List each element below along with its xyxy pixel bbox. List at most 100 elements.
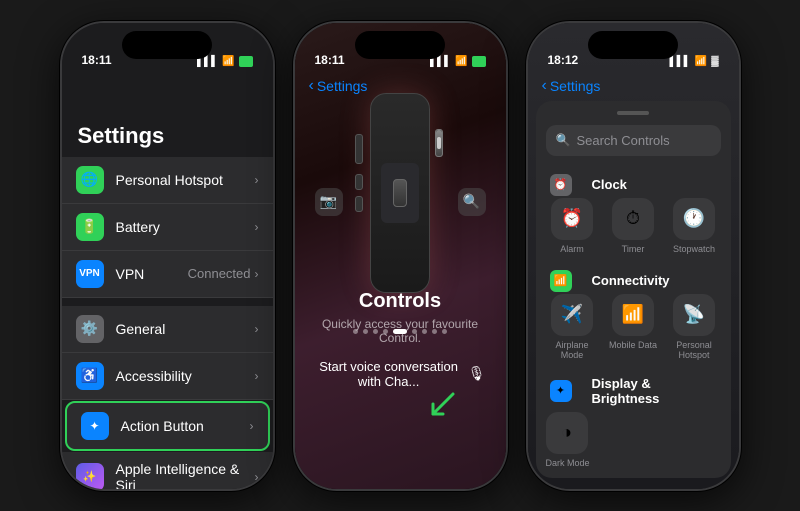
- dark-mode-item[interactable]: ◑ Dark Mode: [546, 412, 721, 468]
- clock-grid: ⏰ Alarm ⏱ Timer 🕐 Stopwatch: [546, 198, 721, 254]
- display-section-header: ✦ Display & Brightness: [546, 370, 721, 408]
- controls-back-button[interactable]: ‹ Settings: [542, 77, 601, 95]
- alarm-icon: ⏰: [551, 198, 593, 240]
- camera-side-icon: 📷: [315, 188, 343, 216]
- display-section-label: Display & Brightness: [592, 376, 717, 406]
- volume-up-visual: [355, 174, 363, 190]
- wifi-icon: 📶: [222, 56, 234, 67]
- alarm-item[interactable]: ⏰ Alarm: [546, 198, 599, 254]
- airplane-icon: ✈️: [551, 294, 593, 336]
- dark-mode-label: Dark Mode: [546, 458, 590, 468]
- volume-down-visual: [355, 196, 363, 212]
- battery-chevron: ›: [255, 220, 259, 234]
- camera-icon-visual: 📷: [315, 188, 343, 216]
- controls-screen: 18:12 ▌▌▌ 📶 ▓ ‹ Settings 🔍 Search Contro…: [528, 23, 739, 489]
- status-time-2: 18:11: [315, 53, 345, 67]
- phone-visual: [370, 93, 430, 293]
- display-section-icon: ✦: [550, 380, 572, 402]
- toggle-visual: [393, 179, 407, 207]
- side-button-visual: [355, 134, 363, 164]
- phone-3: 18:12 ▌▌▌ 📶 ▓ ‹ Settings 🔍 Search Contro…: [526, 21, 741, 491]
- back-chevron: ‹: [309, 77, 314, 95]
- settings-title: Settings: [62, 71, 273, 157]
- hotspot-item[interactable]: 📡 Personal Hotspot: [668, 294, 721, 360]
- controls-panel: 🔍 Search Controls ⏰ Clock ⏰ Alarm ⏱ Time…: [536, 101, 731, 478]
- hotspot-label: Personal Hotspot: [116, 172, 255, 188]
- signal-icon-3: ▌▌▌: [669, 56, 690, 67]
- dynamic-island-2: [355, 31, 445, 59]
- siri-text: Start voice conversation with Cha...: [315, 359, 463, 389]
- connectivity-section-header: 📶 Connectivity: [546, 264, 721, 294]
- siri-icon: ✨: [76, 463, 104, 489]
- general-label: General: [116, 321, 255, 337]
- battery-icon: ▓: [239, 56, 253, 67]
- status-time-1: 18:11: [82, 53, 112, 67]
- airplane-label: Airplane Mode: [546, 340, 599, 360]
- accessibility-icon: ♿: [76, 362, 104, 390]
- action-title: Controls: [315, 290, 486, 313]
- connectivity-section-icon: 📶: [550, 270, 572, 292]
- status-icons-3: ▌▌▌ 📶 ▓: [669, 56, 718, 67]
- action-button-physical: [435, 129, 443, 157]
- hotspot-icon: 🌐: [76, 166, 104, 194]
- accessibility-chevron: ›: [255, 369, 259, 383]
- mobile-data-item[interactable]: 📶 Mobile Data: [607, 294, 660, 360]
- dark-mode-icon: ◑: [546, 412, 588, 454]
- settings-item-accessibility[interactable]: ♿ Accessibility ›: [62, 353, 273, 400]
- timer-item[interactable]: ⏱ Timer: [607, 198, 660, 254]
- timer-label: Timer: [622, 244, 645, 254]
- general-icon: ⚙️: [76, 315, 104, 343]
- drag-handle: [617, 111, 649, 115]
- lens-side-icon: 🔍: [458, 188, 486, 216]
- dynamic-island-1: [122, 31, 212, 59]
- phone-1: 18:11 ▌▌▌ 📶 ▓ Settings 🌐 Personal Hotspo…: [60, 21, 275, 491]
- wifi-icon-3: 📶: [695, 56, 707, 67]
- action-screen: 18:11 ▌▌▌ 📶 ▓ ‹ Settings: [295, 23, 506, 489]
- siri-label: Apple Intelligence & Siri: [116, 461, 255, 489]
- siri-text-row: Start voice conversation with Cha... 🎙: [315, 359, 486, 389]
- siri-mic-icon: 🎙: [468, 365, 486, 382]
- siri-chevron: ›: [255, 470, 259, 484]
- vpn-icon: VPN: [76, 260, 104, 288]
- status-time-3: 18:12: [548, 53, 579, 67]
- controls-back-chevron: ‹: [542, 77, 547, 95]
- controls-search-bar[interactable]: 🔍 Search Controls: [546, 125, 721, 156]
- stopwatch-item[interactable]: 🕐 Stopwatch: [668, 198, 721, 254]
- status-icons-2: ▌▌▌ 📶 ▓: [430, 56, 486, 67]
- general-chevron: ›: [255, 322, 259, 336]
- mobile-data-icon: 📶: [612, 294, 654, 336]
- settings-item-battery[interactable]: 🔋 Battery ›: [62, 204, 273, 251]
- connectivity-section-label: Connectivity: [592, 273, 670, 288]
- back-label: Settings: [317, 78, 368, 94]
- action-back-button[interactable]: ‹ Settings: [309, 77, 368, 95]
- phone-screen-mini: [381, 163, 419, 223]
- clock-section-header: ⏰ Clock: [546, 168, 721, 198]
- action-button-label: Action Button: [121, 418, 250, 434]
- vpn-chevron: ›: [255, 267, 259, 281]
- clock-section-label: Clock: [592, 177, 627, 192]
- action-btn-pill: [437, 137, 441, 149]
- search-placeholder-text: Search Controls: [576, 133, 669, 148]
- settings-item-action-button[interactable]: ✦ Action Button ›: [65, 401, 270, 451]
- action-btn-inner: [436, 130, 442, 156]
- battery-icon-2: ▓: [472, 56, 486, 67]
- hotspot-chevron: ›: [255, 173, 259, 187]
- search-glass-icon: 🔍: [556, 133, 571, 147]
- green-arrow: [425, 386, 461, 427]
- stopwatch-label: Stopwatch: [673, 244, 715, 254]
- action-button-chevron: ›: [250, 419, 254, 433]
- settings-item-general[interactable]: ⚙️ General ›: [62, 306, 273, 353]
- timer-icon: ⏱: [612, 198, 654, 240]
- settings-item-siri[interactable]: ✨ Apple Intelligence & Siri ›: [62, 452, 273, 489]
- dark-mode-row: ◑ Dark Mode: [546, 412, 721, 468]
- settings-item-vpn[interactable]: VPN VPN Connected ›: [62, 251, 273, 298]
- settings-item-hotspot[interactable]: 🌐 Personal Hotspot ›: [62, 157, 273, 204]
- dynamic-island-3: [588, 31, 678, 59]
- battery-icon-item: 🔋: [76, 213, 104, 241]
- controls-back-label: Settings: [550, 78, 601, 94]
- vpn-label: VPN: [116, 266, 188, 282]
- airplane-mode-item[interactable]: ✈️ Airplane Mode: [546, 294, 599, 360]
- clock-section-icon: ⏰: [550, 174, 572, 196]
- alarm-label: Alarm: [560, 244, 584, 254]
- action-button-icon: ✦: [81, 412, 109, 440]
